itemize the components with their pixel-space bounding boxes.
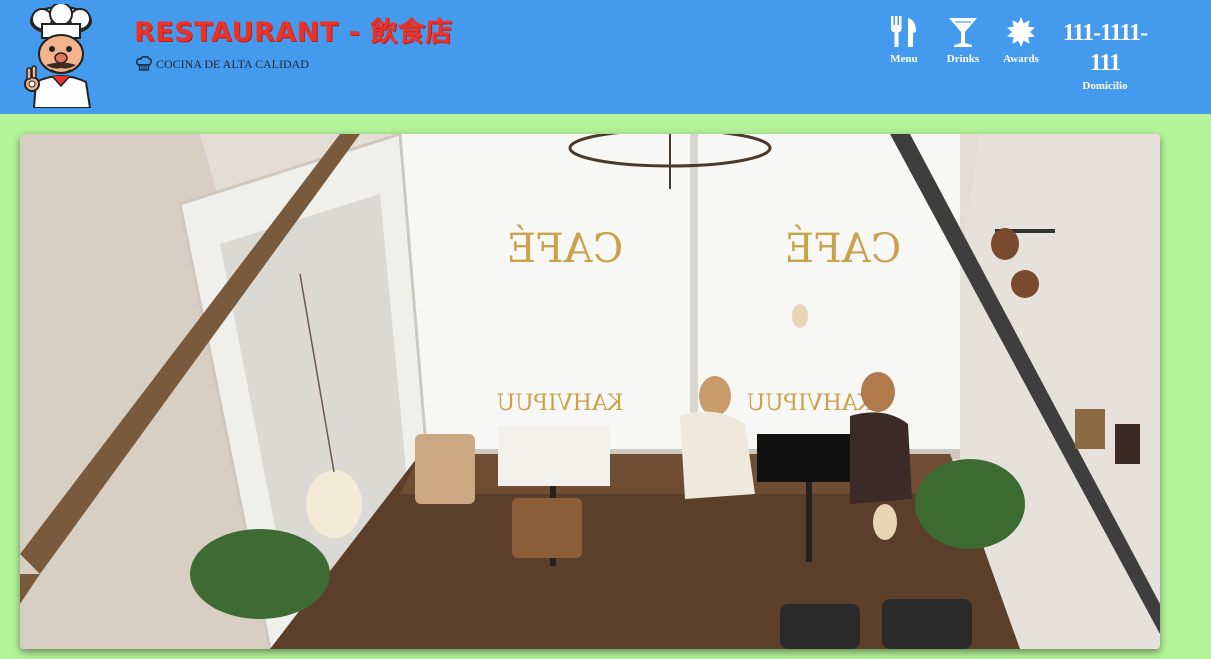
nav-item-awards[interactable]: Awards: [1001, 16, 1041, 65]
nav-label-drinks: Drinks: [946, 53, 980, 65]
award-icon: [1007, 17, 1035, 47]
window-sign-left: KAHVIPUU: [497, 391, 624, 416]
phone-label: Domicilio: [1082, 80, 1128, 92]
hero-image: CAFÉ CAFÉ KAHVIPUU KAHVIPUU: [20, 134, 1160, 649]
cutlery-icon: [891, 16, 916, 47]
chef-mascot-icon: [24, 2, 92, 109]
window-text-left: CAFÉ: [507, 225, 623, 272]
cocktail-icon: [949, 18, 977, 47]
tagline: COCINA DE ALTA CALIDAD: [135, 56, 309, 72]
page-title: RESTAURANT - 飲食店: [134, 17, 453, 48]
nav-item-drinks[interactable]: Drinks: [943, 16, 983, 65]
window-text-right: CAFÉ: [785, 225, 901, 272]
contact-phone[interactable]: 111-1111-111 Domicilio: [1056, 18, 1154, 92]
chef-logo[interactable]: [18, 2, 104, 109]
site-header: RESTAURANT - 飲食店 COCINA DE ALTA CALIDAD …: [0, 0, 1211, 114]
chef-hat-icon: [136, 56, 152, 71]
phone-number[interactable]: 111-1111-111: [1056, 18, 1154, 78]
nav-label-menu: Menu: [890, 53, 918, 65]
cafe-interior-photo: CAFÉ CAFÉ KAHVIPUU KAHVIPUU: [20, 134, 1160, 649]
tagline-text: COCINA DE ALTA CALIDAD: [156, 56, 309, 71]
nav-item-menu[interactable]: Menu: [884, 16, 924, 65]
nav-label-awards: Awards: [1003, 53, 1039, 65]
window-sign-right: KAHVIPUU: [747, 391, 874, 416]
